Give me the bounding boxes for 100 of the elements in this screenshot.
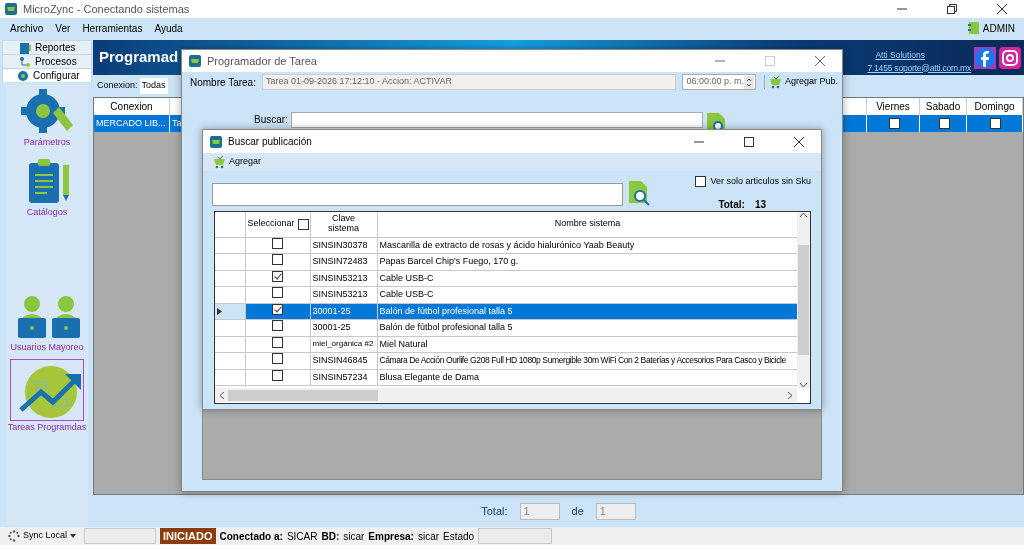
search-field[interactable] [212, 183, 623, 206]
checkbox[interactable] [272, 303, 283, 315]
horizontal-scrollbar[interactable] [215, 388, 797, 402]
sync-dropdown[interactable]: Sync Local [4, 529, 81, 543]
sidebar-tab[interactable]: Configurar [2, 68, 92, 82]
dialog-title: Buscar publicación [228, 135, 312, 149]
menu-item[interactable]: Herramientas [76, 20, 149, 36]
table-cell: Cámara De Acción Ourlife G208 Full HD 1080p Sumergible 30m WiFi Con 2 Baterías y Accesorios Para Casco y Bicicle [379, 355, 786, 365]
scroll-left-icon [219, 391, 224, 399]
contact-text: 7 1455 soporte@atti.com.mx [867, 61, 971, 75]
page-title: Programad [99, 47, 179, 68]
table-cell: Balón de fútbol profesional talla 5 [379, 305, 513, 316]
checkbox[interactable] [272, 270, 283, 282]
table-cell: 30001-25 [310, 319, 377, 336]
checkbox[interactable] [888, 118, 900, 129]
maximize-icon [764, 56, 775, 66]
menu-item[interactable]: Ayuda [148, 20, 189, 36]
vertical-scrollbar[interactable] [797, 212, 810, 388]
restore-icon [946, 4, 957, 14]
facebook-icon[interactable] [974, 46, 996, 69]
table-cell: SINSIN53213 [310, 286, 377, 303]
pager-label: Total: [481, 503, 508, 519]
checkbox[interactable] [272, 287, 283, 298]
app-icon [4, 2, 18, 16]
sku-filter-checkbox[interactable]: Ver solo articulos sin Sku [695, 175, 811, 189]
clipboard-icon [19, 41, 31, 54]
column-header[interactable]: Seleccionar [245, 212, 310, 237]
task-name-field[interactable]: Tarea 01-09-2026 17:12:10 - Accion: ACTIVAR [261, 74, 677, 90]
scroll-up-icon [800, 212, 807, 217]
table-cell: MERCADO LIB... [94, 115, 170, 132]
status-label: Empresa: [368, 529, 414, 544]
task-name-label: Nombre Tarea: [190, 75, 256, 90]
table-cell: SINSIN72483 [310, 253, 377, 270]
table-cell: SINSIN30378 [310, 237, 377, 254]
table-cell: Blusa Elegante de Dama [379, 371, 480, 382]
menu-item[interactable]: Archivo [4, 20, 50, 36]
checkbox[interactable] [272, 369, 283, 381]
status-value: sicar [417, 529, 440, 544]
status-badge: INICIADO [160, 528, 216, 544]
maximize-icon [743, 136, 754, 147]
table-cell: Cable USB-C [379, 289, 434, 299]
add-publication-button[interactable]: Agregar Pub. [763, 75, 842, 89]
row-pointer-icon [217, 307, 222, 315]
scroll-right-icon [788, 391, 793, 399]
table-cell: Miel Natural [379, 338, 428, 349]
close-icon [996, 4, 1007, 14]
pager-separator: de [571, 503, 584, 519]
filter-label: Conexion: [97, 79, 138, 93]
time-field[interactable]: 06:00:00 p. m. [682, 74, 756, 90]
sidebar-item[interactable]: Catálogos [22, 153, 72, 219]
search-label: Buscar: [254, 113, 288, 127]
checkbox[interactable] [272, 336, 283, 348]
app-icon [209, 134, 223, 149]
table-cell: miel_orgánica #2 [310, 336, 377, 353]
search-field[interactable] [290, 112, 703, 128]
table-cell: SINSIN53213 [310, 270, 377, 287]
add-button[interactable]: Agregar [209, 155, 266, 169]
caret-icon [70, 534, 77, 538]
table-cell: SINSIN46845 [310, 352, 377, 369]
checkbox[interactable] [272, 254, 283, 265]
spin-icon[interactable] [743, 75, 754, 89]
checkbox[interactable] [938, 118, 950, 129]
nodes-icon [19, 55, 31, 68]
checkbox[interactable] [272, 237, 283, 249]
select-all-checkbox[interactable] [297, 218, 309, 230]
cart-icon [768, 75, 782, 89]
user-name: ADMIN [982, 21, 1015, 36]
window-title: MicroZync - Conectando sistemas [23, 1, 190, 17]
spinner-icon [8, 530, 20, 542]
filter-dropdown[interactable]: Todas [139, 78, 168, 94]
checkbox[interactable] [272, 320, 283, 331]
cart-icon [213, 155, 226, 169]
sidebar-item[interactable]: Usuarios Mayoreo [10, 291, 84, 355]
status-label: BD: [321, 529, 340, 544]
table-cell: Balón de fútbol profesional talla 5 [379, 322, 513, 332]
column-header[interactable]: Clave sistema [310, 212, 377, 237]
table-cell: Papas Barcel Chip's Fuego, 170 g. [379, 256, 519, 266]
dialog-title: Programador de Tarea [207, 53, 317, 69]
status-value: sicar [343, 529, 365, 544]
notebook-icon [968, 21, 981, 35]
menu-item[interactable]: Ver [49, 20, 77, 36]
column-header: Domingo [967, 98, 1023, 115]
column-header: Viernes [867, 98, 920, 115]
sidebar-tab[interactable]: Reportes [2, 40, 92, 54]
checkbox[interactable] [990, 118, 1001, 129]
search-doc-icon[interactable] [628, 180, 652, 206]
gear-pencil-icon [19, 87, 75, 133]
checkbox[interactable] [272, 353, 283, 364]
column-header: Conexion [94, 98, 170, 115]
company-link[interactable]: Atti Solutions [875, 48, 926, 62]
sidebar-tab[interactable]: Procesos [2, 54, 92, 68]
close-icon [793, 136, 804, 147]
app-icon [188, 54, 202, 68]
instagram-icon[interactable] [999, 46, 1021, 69]
scroll-down-icon [800, 383, 807, 388]
table-cell: Cable USB-C [379, 272, 434, 283]
pages-field: 1 [595, 502, 636, 520]
table-cell: Mascarilla de extracto de rosas y ácido hialurónico Yaab Beauty [379, 239, 635, 250]
total-label: Total: [718, 197, 745, 212]
sidebar-item[interactable]: Parámetros [16, 84, 78, 150]
